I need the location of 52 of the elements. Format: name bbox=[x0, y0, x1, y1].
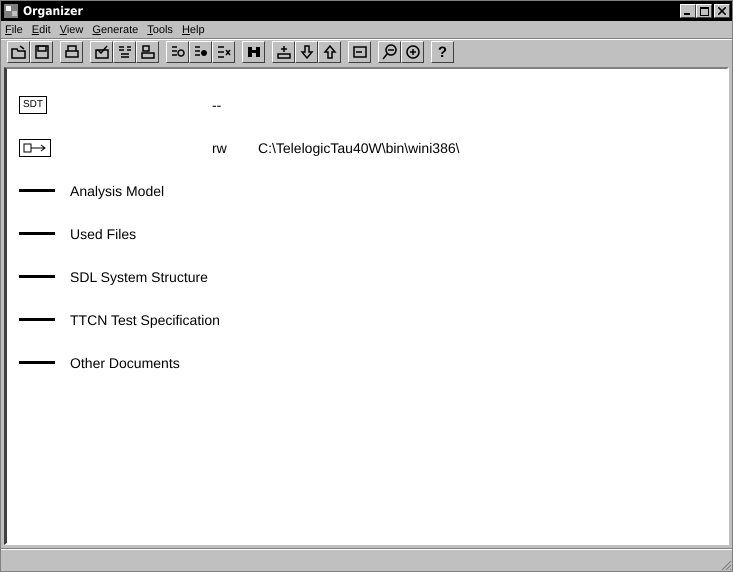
chapter-label[interactable]: Other Documents bbox=[70, 354, 180, 370]
maximize-button[interactable] bbox=[696, 4, 712, 18]
down-arrow-icon bbox=[298, 44, 314, 60]
check-icon bbox=[94, 44, 110, 60]
toolbar-button[interactable] bbox=[30, 41, 53, 63]
menu-item[interactable]: File bbox=[5, 24, 23, 36]
toolbar-button[interactable] bbox=[272, 41, 295, 63]
toolbar-button[interactable] bbox=[295, 41, 318, 63]
printer-icon bbox=[64, 44, 80, 60]
toolbar-button[interactable] bbox=[378, 41, 401, 63]
menu-item[interactable]: Tools bbox=[147, 24, 173, 36]
toolbar-button[interactable] bbox=[318, 41, 341, 63]
toolbar-button[interactable] bbox=[212, 41, 235, 63]
folder-icon bbox=[10, 44, 26, 60]
access-mode: rw bbox=[212, 140, 228, 156]
close-button[interactable] bbox=[714, 4, 730, 18]
chapter-label[interactable]: SDL System Structure bbox=[70, 268, 208, 284]
save-icon bbox=[34, 44, 50, 60]
toolbar-button[interactable] bbox=[7, 41, 30, 63]
toolbar-button[interactable] bbox=[136, 41, 159, 63]
zoom-out-icon bbox=[382, 44, 398, 60]
toolbar-button[interactable] bbox=[60, 41, 83, 63]
organizer-icon bbox=[3, 3, 19, 19]
window-title: Organizer bbox=[23, 4, 84, 18]
menu-item[interactable]: View bbox=[60, 24, 84, 36]
directory-path: C:\TelelogicTau40W\bin\wini386\ bbox=[258, 140, 460, 156]
menu-item[interactable]: Edit bbox=[32, 24, 51, 36]
toolbar-button[interactable] bbox=[90, 41, 113, 63]
menu-item[interactable]: Generate bbox=[92, 24, 138, 36]
close-icon bbox=[718, 7, 726, 15]
toolbar-button[interactable] bbox=[189, 41, 212, 63]
resize-grip-icon[interactable] bbox=[720, 559, 732, 571]
toolbar-button[interactable] bbox=[166, 41, 189, 63]
window-icon bbox=[352, 44, 368, 60]
chapter-label[interactable]: Analysis Model bbox=[70, 182, 164, 198]
chapter-label[interactable]: Used Files bbox=[70, 226, 136, 242]
menu-item[interactable]: Help bbox=[182, 24, 205, 36]
maximize-icon bbox=[700, 6, 708, 16]
toolbar-button[interactable] bbox=[113, 41, 136, 63]
import-icon bbox=[276, 44, 292, 60]
remove-icon bbox=[216, 44, 232, 60]
toolbar-button[interactable] bbox=[242, 41, 265, 63]
system-icon[interactable]: SDT bbox=[19, 96, 47, 114]
toolbar-button[interactable] bbox=[401, 41, 424, 63]
binoculars-icon bbox=[246, 44, 262, 60]
chapter-label[interactable]: TTCN Test Specification bbox=[70, 312, 220, 328]
help-button[interactable]: ? bbox=[431, 41, 454, 63]
zoom-in-icon bbox=[404, 44, 420, 60]
minimize-button[interactable] bbox=[680, 4, 696, 18]
access-mode: -- bbox=[212, 96, 222, 112]
up-arrow-icon bbox=[322, 44, 338, 60]
toolbar-button[interactable] bbox=[348, 41, 371, 63]
